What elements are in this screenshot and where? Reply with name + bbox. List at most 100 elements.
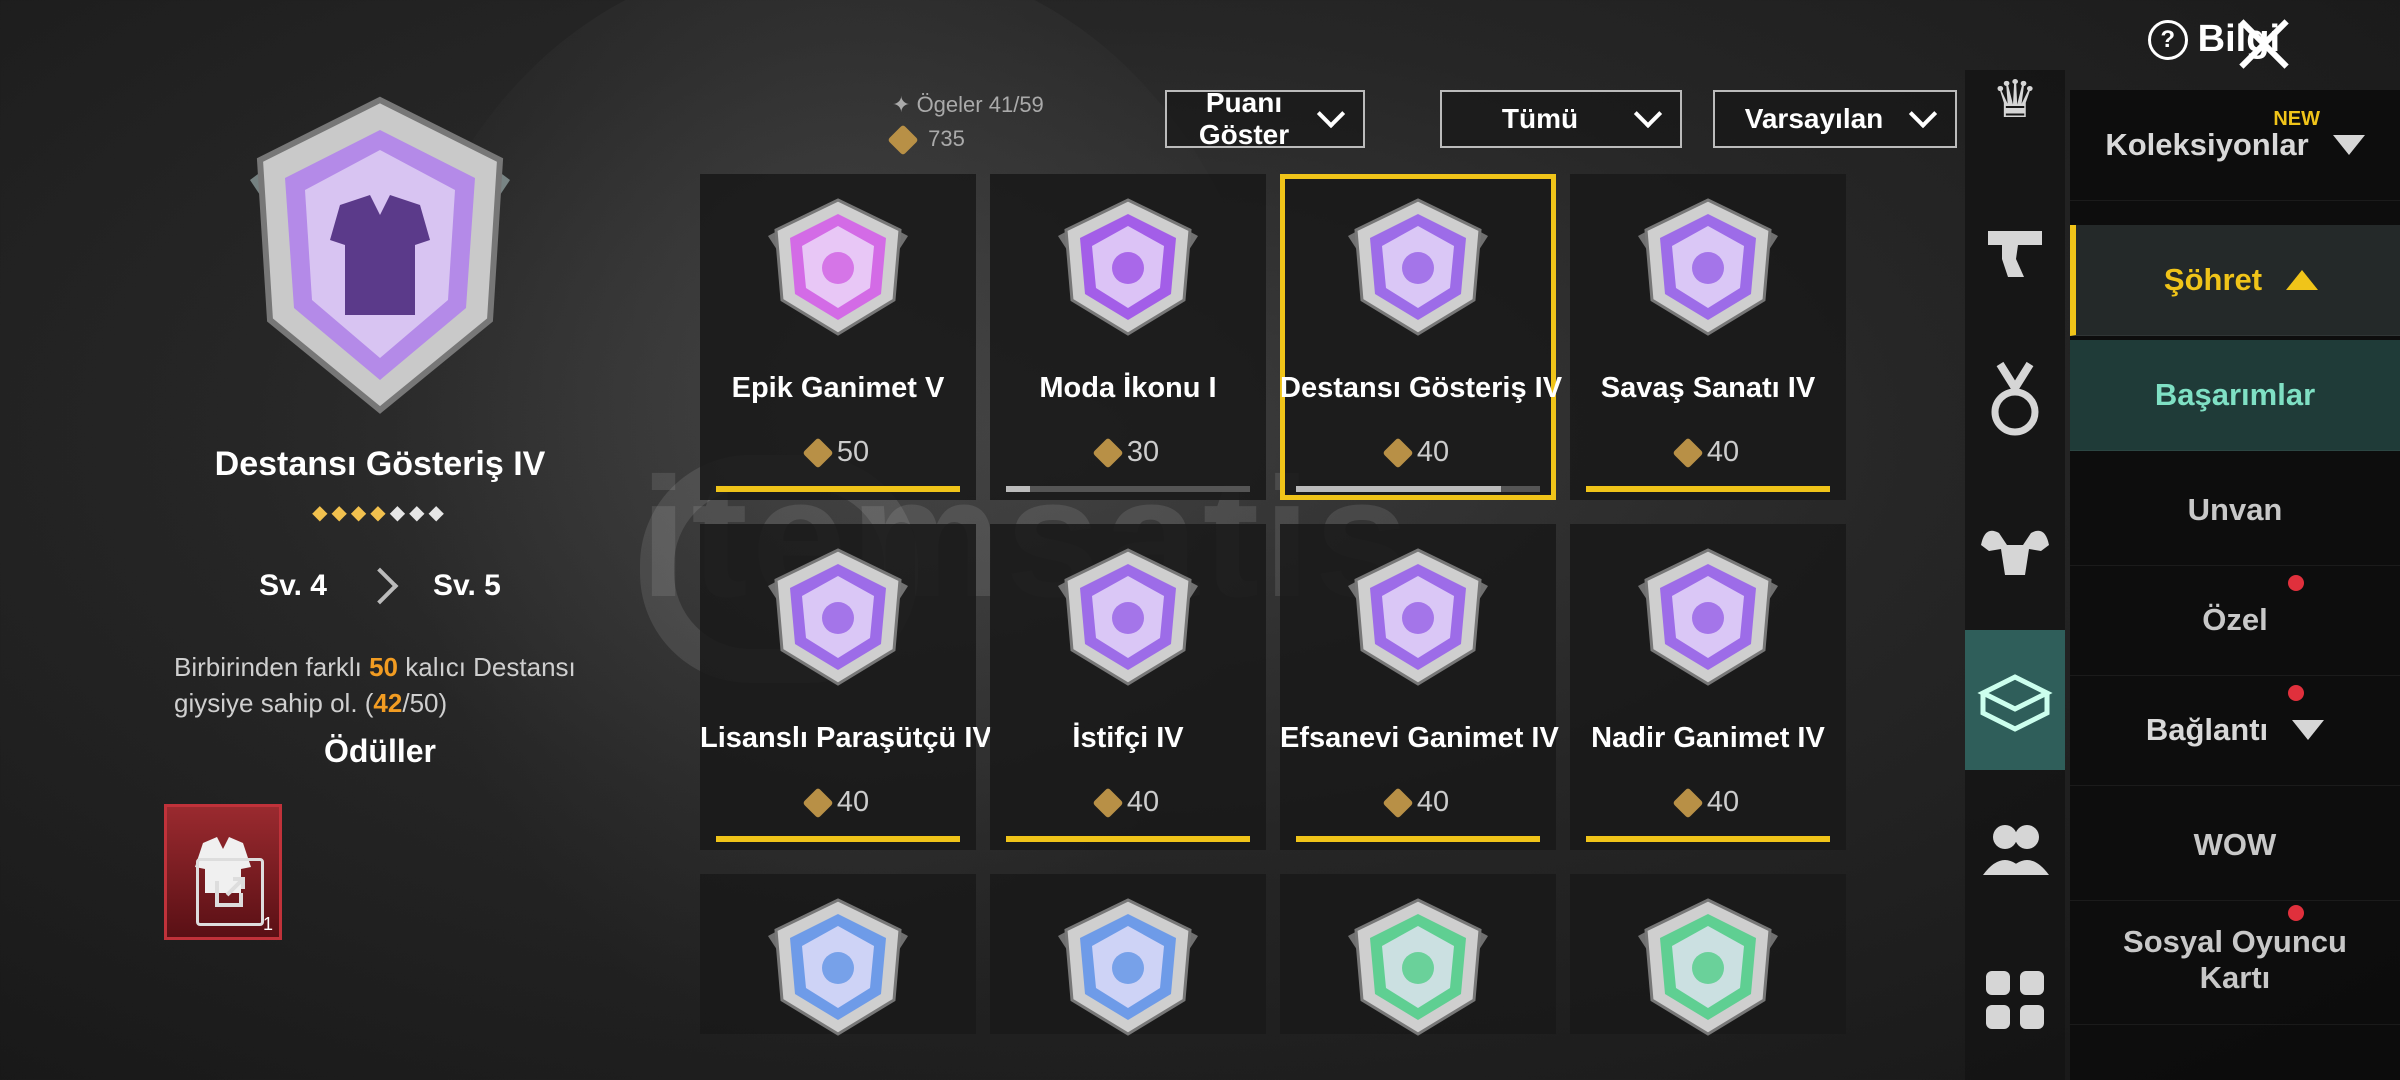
achievement-points: 40: [1280, 436, 1556, 469]
menu-special[interactable]: Özel: [2070, 565, 2400, 676]
new-badge: NEW: [2273, 108, 2320, 130]
level-stars: ◆◆◆◆◆◆◆: [312, 502, 448, 524]
rail-collections[interactable]: ♛: [1965, 30, 2065, 170]
menu-collections[interactable]: Koleksiyonlar NEW: [2070, 90, 2400, 201]
coin-icon: [1092, 437, 1124, 469]
coin-icon: [1092, 787, 1124, 819]
triangle-up-icon: [2286, 270, 2319, 290]
level-progression: Sv. 4 Sv. 5: [160, 567, 600, 605]
achievement-title: Destansı Gösteriş IV: [214, 445, 546, 483]
category-rail: ♛: [1965, 70, 2065, 1080]
achievement-card[interactable]: [1570, 874, 1846, 1036]
achievement-card[interactable]: Lisanslı Paraşütçü IV 40: [700, 524, 992, 850]
achievement-badge-icon: [1058, 548, 1198, 686]
progress-fill: [716, 486, 960, 492]
achievement-card[interactable]: İstifçi IV 40: [990, 524, 1266, 850]
progress-bar: [1586, 486, 1830, 492]
triangle-down-icon: [2292, 720, 2325, 740]
coin-icon: [887, 124, 919, 156]
achievement-points: 40: [990, 786, 1266, 819]
achievement-points: 40: [1570, 786, 1846, 819]
menu-social-card[interactable]: Sosyal Oyuncu Kartı: [2070, 895, 2400, 1025]
achievement-card[interactable]: Efsanevi Ganimet IV 40: [1280, 524, 1559, 850]
progress-fill: [1296, 486, 1501, 492]
progress-fill: [716, 836, 960, 842]
side-menu: Koleksiyonlar NEW Şöhret Başarımlar Unva…: [2070, 90, 2400, 1080]
chevron-down-icon: [1908, 99, 1938, 129]
progress-bar: [1586, 836, 1830, 842]
progress-fill: [1586, 486, 1830, 492]
coin-icon: [802, 437, 834, 469]
menu-fame[interactable]: Şöhret: [2070, 225, 2400, 336]
box-icon: [1977, 674, 2053, 732]
achievement-badge-icon: [1058, 898, 1198, 1036]
achievement-card[interactable]: Epik Ganimet V 50: [700, 174, 976, 500]
achievement-card[interactable]: [700, 874, 976, 1036]
achievement-badge-icon: [1638, 898, 1778, 1036]
items-stat: ✦ Ögeler 41/59: [892, 88, 1044, 122]
achievement-description: Birbirinden farklı 50 kalıcı Destansı gi…: [174, 652, 576, 718]
menu-title[interactable]: Unvan: [2070, 455, 2400, 566]
achievement-card[interactable]: [1280, 874, 1556, 1036]
level-next: Sv. 5: [433, 569, 501, 602]
points-stat: 735: [887, 122, 1044, 156]
progress-fill: [1006, 836, 1250, 842]
grid-icon: [1986, 971, 2044, 1029]
achievement-points: 40: [700, 786, 976, 819]
level-current: Sv. 4: [259, 569, 327, 602]
achievement-points: 30: [990, 436, 1266, 469]
progress-fill: [1296, 836, 1540, 842]
menu-wow[interactable]: WOW: [2070, 790, 2400, 901]
detail-panel: Destansı Gösteriş IV ◆◆◆◆◆◆◆ Sv. 4 Sv. 5…: [160, 90, 600, 770]
share-button[interactable]: [196, 858, 264, 926]
achievement-card[interactable]: Destansı Gösteriş IV 40: [1280, 174, 1563, 500]
pistol-icon: [1988, 231, 2042, 277]
achievement-points: 40: [1570, 436, 1846, 469]
achievement-badge-icon: [1348, 898, 1488, 1036]
coin-icon: [802, 787, 834, 819]
notification-dot: [2288, 685, 2304, 701]
rail-fitness[interactable]: [1965, 480, 2065, 620]
achievement-card[interactable]: [990, 874, 1266, 1036]
achievement-badge-icon: [1348, 548, 1488, 686]
achievement-card[interactable]: Nadir Ganimet IV 40: [1570, 524, 1846, 850]
notification-dot: [2288, 575, 2304, 591]
achievement-name: İstifçi IV: [1072, 722, 1184, 754]
filter-all-dropdown[interactable]: Tümü: [1440, 90, 1682, 148]
achievement-card[interactable]: Savaş Sanatı IV 40: [1570, 174, 1846, 500]
rail-achievements[interactable]: [1965, 630, 2065, 770]
progress-bar: [1006, 836, 1250, 842]
rewards-label: Ödüller: [323, 733, 436, 769]
achievement-name: Lisanslı Paraşütçü IV: [700, 722, 992, 754]
rail-friends[interactable]: [1965, 780, 2065, 920]
coin-icon: [1672, 787, 1704, 819]
achievement-name: Nadir Ganimet IV: [1591, 722, 1825, 754]
menu-achievements[interactable]: Başarımlar: [2070, 340, 2400, 451]
achievement-name: Epik Ganimet V: [731, 372, 945, 404]
achievement-points: 40: [1280, 786, 1556, 819]
achievement-card[interactable]: Moda İkonu I 30: [990, 174, 1266, 500]
show-points-dropdown[interactable]: Puanı Göster: [1165, 87, 1365, 150]
close-button[interactable]: [2235, 14, 2295, 74]
rail-medals[interactable]: [1965, 330, 2065, 470]
achievement-name: Efsanevi Ganimet IV: [1280, 722, 1559, 754]
question-icon: ?: [2147, 19, 2188, 60]
sort-dropdown[interactable]: Varsayılan: [1713, 90, 1957, 148]
menu-connection[interactable]: Bağlantı: [2070, 675, 2400, 786]
chevron-down-icon: [1633, 99, 1663, 129]
achievement-badge-icon: [768, 898, 908, 1036]
progress-bar: [1006, 486, 1250, 492]
rail-more[interactable]: [1965, 930, 2065, 1070]
medal-icon: [1991, 361, 2039, 436]
achievement-badge-icon: [768, 548, 908, 686]
progress-fill: [1586, 836, 1830, 842]
achievement-badge-icon: [1638, 198, 1778, 336]
items-label: Ögeler: [916, 92, 983, 117]
coin-icon: [1382, 437, 1414, 469]
achievement-name: Moda İkonu I: [1039, 372, 1217, 404]
rail-weapons[interactable]: [1965, 180, 2065, 320]
achievement-name: Destansı Gösteriş IV: [1280, 372, 1563, 404]
coin-icon: [1672, 437, 1704, 469]
achievement-name: Savaş Sanatı IV: [1600, 372, 1816, 404]
progress-fill: [1006, 486, 1031, 492]
